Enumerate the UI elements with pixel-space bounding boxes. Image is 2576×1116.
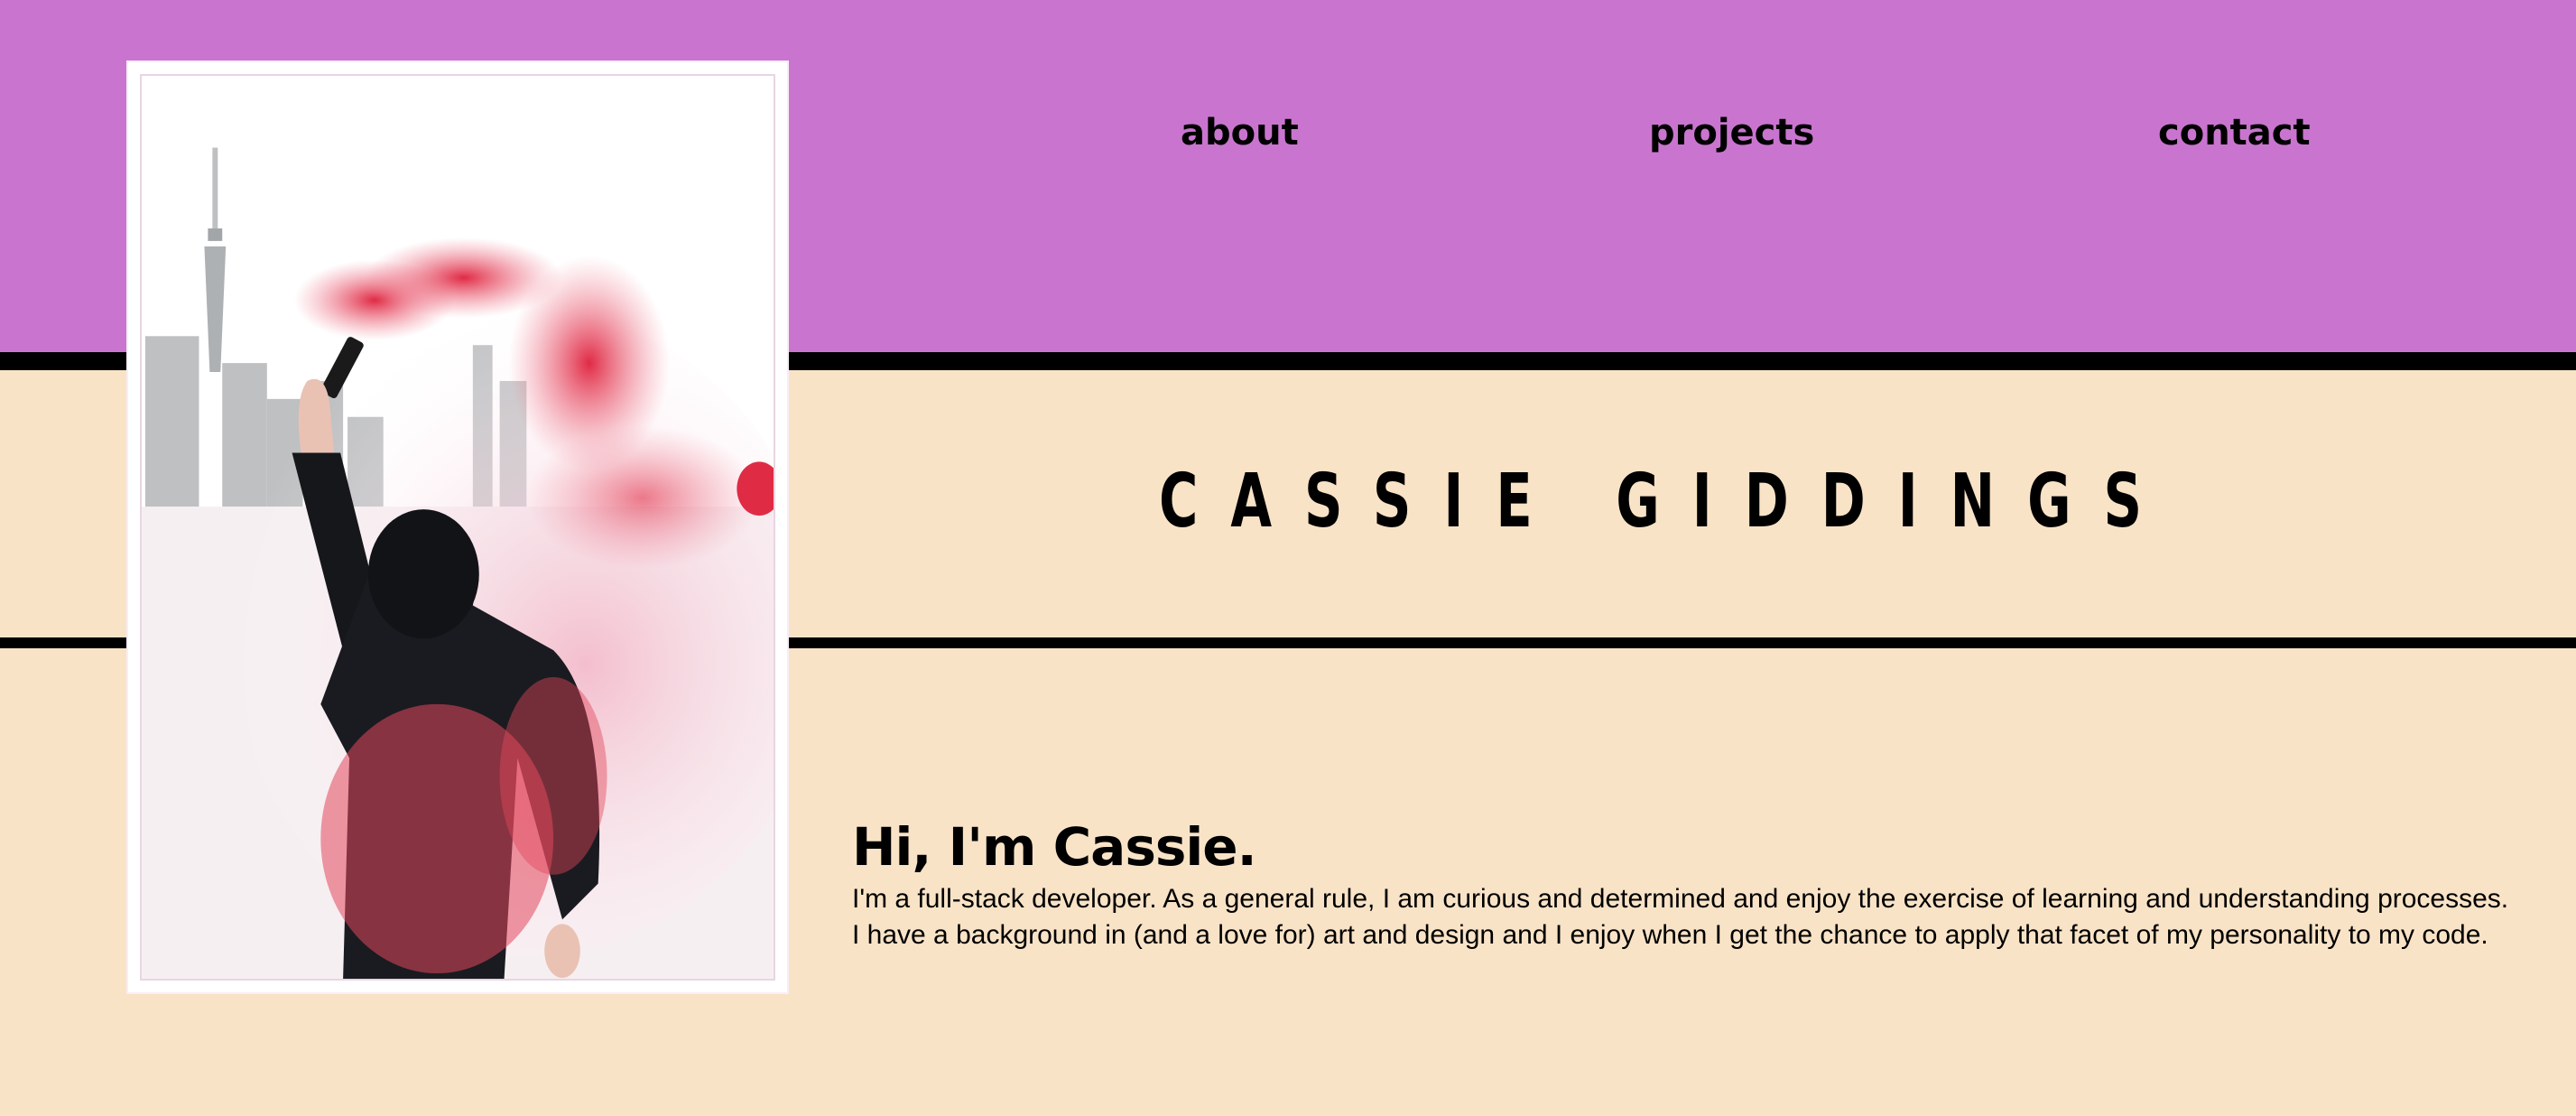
intro-greeting: Hi, I'm Cassie. xyxy=(852,816,1257,878)
profile-photo-frame xyxy=(128,62,787,992)
profile-photo-illustration xyxy=(142,76,774,979)
intro-section: Hi, I'm Cassie. I'm a full-stack develop… xyxy=(852,813,2540,953)
profile-photo xyxy=(140,74,775,981)
intro-bio-line-1: I'm a full-stack developer. As a general… xyxy=(852,884,2509,914)
nav-link-about[interactable]: about xyxy=(1181,112,1299,153)
intro-bio-line-2: I have a background in (and a love for) … xyxy=(852,920,2488,950)
nav-link-projects[interactable]: projects xyxy=(1649,112,1814,153)
site-title: CASSIE GIDDINGS xyxy=(1159,459,2175,544)
nav-link-contact[interactable]: contact xyxy=(2158,112,2311,153)
